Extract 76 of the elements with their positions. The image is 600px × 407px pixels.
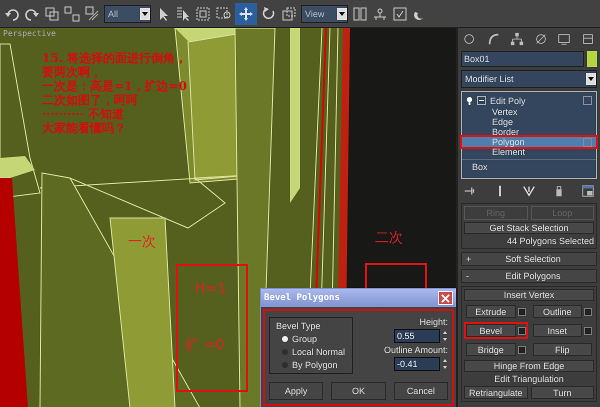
triangulation-button[interactable]: Retriangulate bbox=[464, 386, 528, 399]
selection-filter-dropdown[interactable]: All bbox=[104, 4, 151, 22]
rollout-header[interactable]: + Soft Selection bbox=[461, 252, 597, 266]
rollout-title: Soft Selection bbox=[504, 254, 562, 264]
display-tab-icon[interactable] bbox=[557, 32, 572, 46]
field-label: Outline Amount: bbox=[384, 345, 448, 355]
link-icon[interactable] bbox=[44, 6, 60, 22]
handwritten-annotation: 一次 bbox=[128, 233, 156, 251]
light-bulb-icon bbox=[466, 96, 473, 105]
spinner-icon[interactable] bbox=[442, 330, 448, 342]
modifier-list-dropdown[interactable]: Modifier List bbox=[461, 70, 597, 88]
rectangle-select-icon[interactable] bbox=[195, 6, 211, 22]
window-select-icon[interactable] bbox=[215, 6, 231, 22]
edit-polygon-button[interactable]: Extrude bbox=[466, 305, 516, 318]
handwritten-annotation: H=1 bbox=[195, 281, 226, 297]
rollout-header[interactable]: - Edit Polygons bbox=[461, 269, 597, 283]
rollout-toggle[interactable]: + bbox=[466, 254, 474, 264]
configure-sets-icon[interactable] bbox=[581, 184, 595, 198]
utilities-tab-icon[interactable] bbox=[580, 32, 595, 46]
rotate-icon[interactable] bbox=[261, 6, 277, 22]
settings-button[interactable] bbox=[518, 308, 526, 316]
hinge-from-edge-button[interactable]: Hinge From Edge bbox=[464, 360, 594, 372]
select-by-name-icon[interactable] bbox=[175, 6, 191, 22]
viewport-label: Perspective bbox=[3, 29, 56, 38]
settings-button[interactable] bbox=[584, 308, 592, 316]
settings-button[interactable] bbox=[518, 346, 526, 354]
checkbox-icon[interactable] bbox=[392, 6, 408, 22]
scale-icon[interactable] bbox=[281, 6, 297, 22]
move-icon[interactable] bbox=[235, 2, 257, 24]
close-icon bbox=[441, 294, 450, 302]
edit-polygon-button[interactable]: Bridge bbox=[466, 343, 516, 356]
radio-option[interactable]: Group bbox=[276, 334, 346, 344]
radio-option[interactable]: By Polygon bbox=[276, 360, 346, 370]
motion-tab-icon[interactable] bbox=[534, 32, 548, 46]
close-button[interactable] bbox=[438, 291, 453, 305]
edit-polygon-button[interactable]: Outline bbox=[532, 305, 582, 318]
edit-polygon-button[interactable]: Inset bbox=[532, 324, 582, 337]
edit-polygon-button[interactable]: Bevel bbox=[466, 324, 516, 337]
reference-coordinate-dropdown[interactable]: View bbox=[301, 4, 348, 22]
handwritten-annotation: 扩 =0 bbox=[185, 336, 224, 354]
selection-info: 44 Polygons Selected bbox=[506, 236, 594, 246]
toggle-box-icon[interactable] bbox=[583, 138, 592, 146]
object-color-swatch[interactable] bbox=[587, 51, 597, 67]
sub-object-level[interactable]: Vertex bbox=[462, 107, 596, 117]
group-title: Bevel Type bbox=[276, 321, 322, 331]
edit-polygon-button[interactable]: Flip bbox=[532, 343, 592, 356]
insert-vertex-button[interactable]: Insert Vertex bbox=[464, 289, 594, 301]
edit-triangulation-button[interactable]: Edit Triangulation bbox=[464, 374, 594, 384]
handwritten-annotation: 二次 bbox=[375, 229, 403, 247]
value-field[interactable]: -0.41 bbox=[394, 357, 440, 371]
dialog-button[interactable]: OK bbox=[331, 382, 386, 400]
value-field[interactable]: 0.55 bbox=[394, 329, 440, 343]
dialog-button[interactable]: Cancel bbox=[394, 382, 448, 400]
object-name-field[interactable]: Box01 bbox=[461, 51, 584, 67]
sub-object-level[interactable]: Element bbox=[462, 147, 596, 157]
unlink-icon[interactable] bbox=[64, 6, 80, 22]
modify-tab-icon[interactable] bbox=[486, 32, 501, 46]
dialog-button[interactable]: Apply bbox=[269, 382, 324, 400]
create-tab-icon[interactable] bbox=[463, 32, 477, 46]
stack-item[interactable]: Box bbox=[462, 159, 596, 173]
collapse-icon[interactable] bbox=[477, 96, 486, 105]
rollout-title: Edit Polygons bbox=[504, 271, 562, 281]
stack-item[interactable]: Edit Poly bbox=[462, 94, 596, 107]
settings-button[interactable] bbox=[518, 326, 526, 334]
sub-object-level[interactable]: Edge bbox=[462, 117, 596, 127]
spinner-icon[interactable] bbox=[442, 358, 448, 370]
get-stack-selection-button[interactable]: Get Stack Selection bbox=[464, 222, 594, 234]
rollout-toggle[interactable]: - bbox=[466, 271, 474, 281]
triangulation-button[interactable]: Turn bbox=[530, 386, 594, 399]
toggle-box-icon[interactable] bbox=[583, 96, 592, 105]
field-label: Height: bbox=[419, 317, 448, 327]
dialog-title: Bevel Polygons bbox=[264, 293, 340, 303]
settings-button[interactable] bbox=[584, 326, 592, 334]
hierarchy-tab-icon[interactable] bbox=[510, 32, 524, 46]
radio-option[interactable]: Local Normal bbox=[276, 347, 346, 357]
sub-object-level[interactable]: Border bbox=[462, 127, 596, 137]
